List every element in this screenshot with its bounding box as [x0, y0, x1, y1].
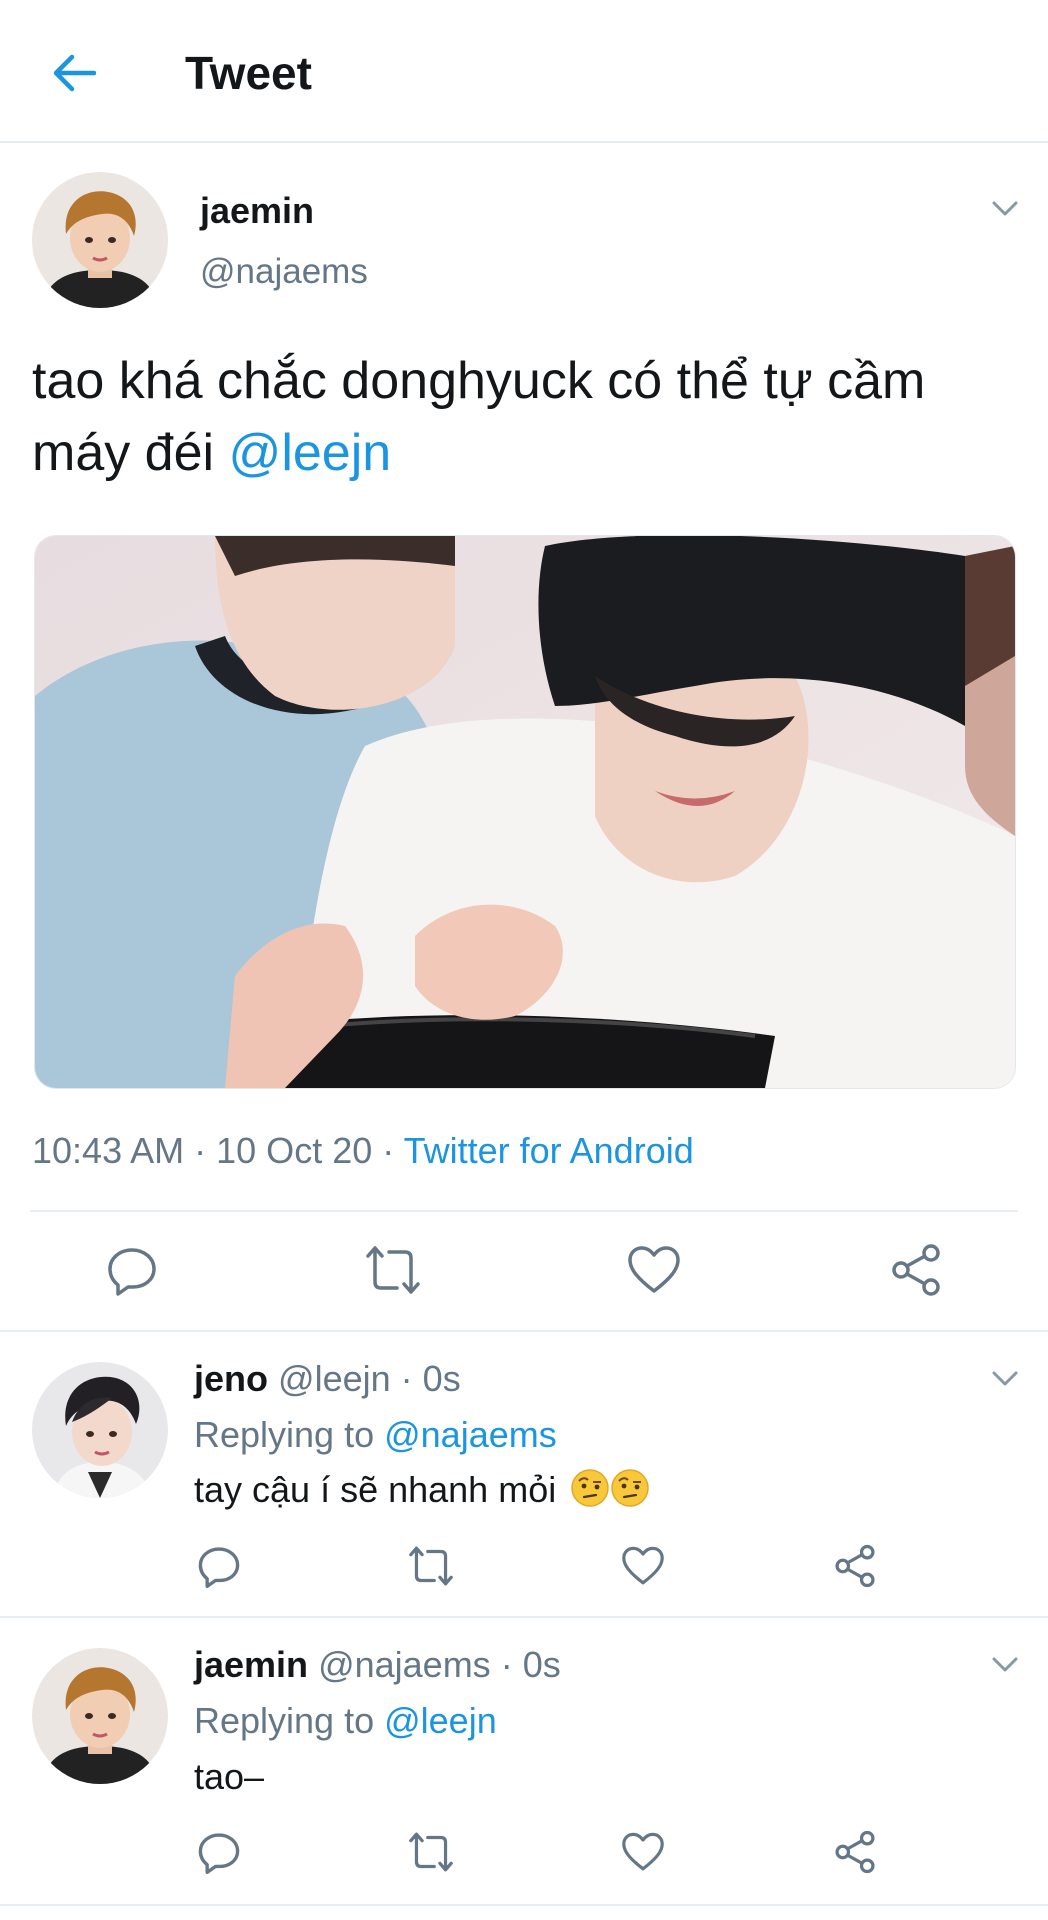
tweet-meta: 10:43 AM · 10 Oct 20 · Twitter for Andro…: [32, 1130, 694, 1172]
reply-menu-button[interactable]: [988, 1362, 1022, 1396]
meta-separator: ·: [194, 1130, 207, 1171]
tweet-date: 10 Oct 20: [216, 1130, 373, 1171]
tweet-source-link[interactable]: Twitter for Android: [404, 1130, 694, 1171]
like-button[interactable]: [617, 1826, 669, 1878]
reply-author-name[interactable]: jeno: [194, 1358, 268, 1399]
share-icon: [835, 1830, 875, 1874]
author-handle[interactable]: @najaems: [200, 252, 368, 292]
tweet-menu-button[interactable]: [988, 192, 1022, 226]
share-button[interactable]: [884, 1238, 948, 1302]
reply-age: 0s: [522, 1644, 561, 1685]
replying-prefix: Replying to: [194, 1414, 385, 1455]
replying-to-link[interactable]: @leejn: [384, 1700, 497, 1741]
top-bar: [0, 0, 1048, 143]
replying-to: Replying to @leejn: [194, 1700, 497, 1742]
like-icon: [628, 1246, 680, 1293]
reply-age: 0s: [422, 1358, 461, 1399]
reply-text: tay cậu í sẽ nhanh mỏi: [194, 1468, 650, 1511]
tweet-time: 10:43 AM: [32, 1130, 185, 1171]
author-name[interactable]: jaemin: [200, 190, 314, 232]
reply-button[interactable]: [100, 1238, 164, 1302]
retweet-icon: [366, 1246, 420, 1294]
tweet-body: tao khá chắc donghyuck có thể tự cầm máy…: [32, 352, 926, 482]
reply-body: tay cậu í sẽ nhanh mỏi: [194, 1469, 557, 1510]
like-button[interactable]: [622, 1238, 686, 1302]
share-icon: [892, 1244, 940, 1296]
replying-to-link[interactable]: @najaems: [384, 1414, 557, 1455]
back-arrow-icon: [53, 54, 96, 92]
retweet-icon: [409, 1546, 453, 1586]
meta-separator: ·: [382, 1130, 395, 1171]
tweet-photo[interactable]: [34, 535, 1016, 1089]
replying-prefix: Replying to: [194, 1700, 385, 1741]
divider: [30, 1210, 1018, 1212]
retweet-button[interactable]: [405, 1826, 457, 1878]
chevron-down-icon: [992, 201, 1018, 216]
retweet-icon: [409, 1832, 453, 1872]
retweet-button[interactable]: [405, 1540, 457, 1592]
avatar[interactable]: [32, 1362, 168, 1498]
back-button[interactable]: [44, 44, 102, 102]
chevron-down-icon: [992, 1657, 1018, 1672]
meta-separator: ·: [500, 1644, 513, 1685]
reply-button[interactable]: [193, 1540, 245, 1592]
divider: [0, 1330, 1048, 1332]
reply-author-handle[interactable]: @najaems: [318, 1644, 491, 1685]
reply-header: jaemin @najaems · 0s: [194, 1644, 561, 1686]
chevron-down-icon: [992, 1371, 1018, 1386]
reply-icon: [108, 1248, 156, 1296]
face-with-raised-eyebrow-emoji: [571, 1469, 609, 1507]
reply-author-name[interactable]: jaemin: [194, 1644, 308, 1685]
like-button[interactable]: [617, 1540, 669, 1592]
reply-icon: [198, 1833, 240, 1874]
reply-text: tao–: [194, 1756, 265, 1797]
reply-menu-button[interactable]: [988, 1648, 1022, 1682]
face-with-raised-eyebrow-emoji: [611, 1469, 649, 1507]
reply-icon: [198, 1547, 240, 1588]
meta-separator: ·: [400, 1358, 413, 1399]
mention-link[interactable]: @leejn: [229, 424, 392, 482]
divider: [0, 1904, 1048, 1906]
share-button[interactable]: [829, 1540, 881, 1592]
tweet-text: tao khá chắc donghyuck có thể tự cầm máy…: [32, 345, 1022, 489]
share-icon: [835, 1544, 875, 1588]
reply-header: jeno @leejn · 0s: [194, 1358, 461, 1400]
retweet-button[interactable]: [361, 1238, 425, 1302]
like-icon: [622, 1832, 664, 1871]
avatar[interactable]: [32, 172, 168, 308]
reply-author-handle[interactable]: @leejn: [278, 1358, 391, 1399]
share-button[interactable]: [829, 1826, 881, 1878]
like-icon: [622, 1546, 664, 1585]
reply-button[interactable]: [193, 1826, 245, 1878]
avatar[interactable]: [32, 1648, 168, 1784]
replying-to: Replying to @najaems: [194, 1414, 557, 1456]
page-title: Tweet: [185, 47, 312, 99]
divider: [0, 1616, 1048, 1618]
